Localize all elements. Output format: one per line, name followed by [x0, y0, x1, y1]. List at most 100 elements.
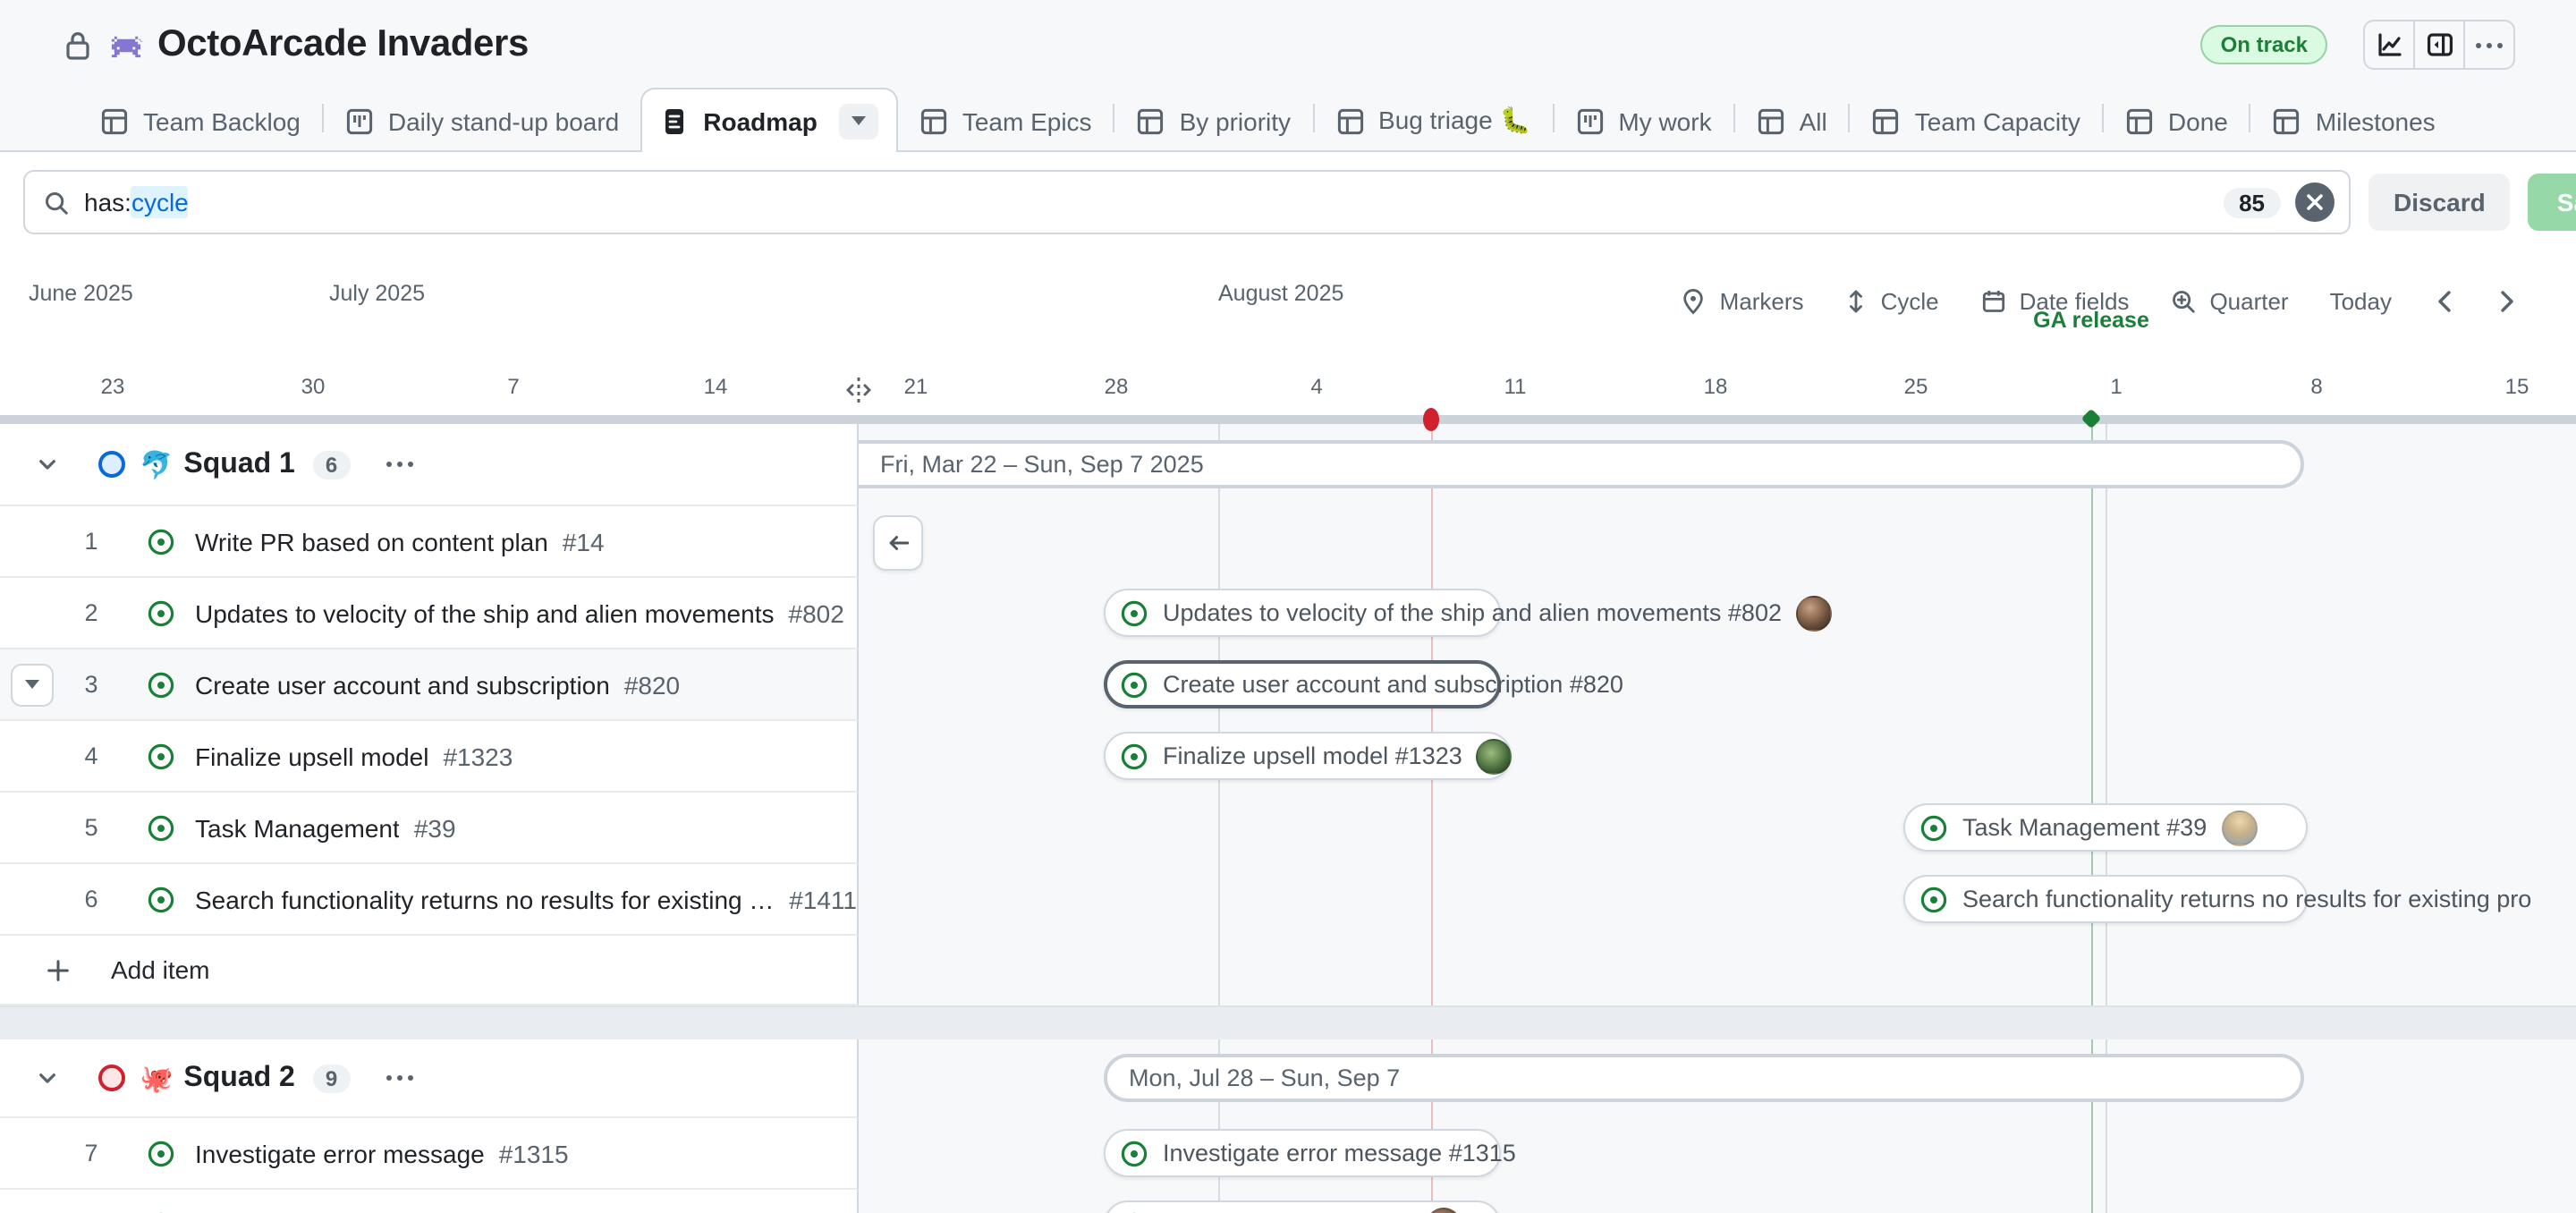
week-tick: 7	[507, 374, 519, 399]
week-tick: 4	[1310, 374, 1322, 399]
week-tick: 11	[1504, 374, 1527, 399]
tab-team-epics[interactable]: Team Epics	[898, 91, 1114, 150]
bar-label: Finalize upsell model #1323	[1163, 742, 1462, 769]
group-count-badge: 6	[313, 450, 350, 479]
ga-release-marker-label[interactable]: GA release	[2033, 308, 2149, 333]
tab-done[interactable]: Done	[2104, 91, 2250, 150]
scroll-right-button[interactable]	[2487, 281, 2526, 320]
table-row: 5 Task Management #39 Task Management #3…	[0, 793, 2576, 864]
timeline-bar-820-selected[interactable]: Create user account and subscription #82…	[1104, 660, 1501, 708]
issue-title[interactable]: Updates to velocity of the ship and alie…	[195, 598, 775, 627]
row-left[interactable]: 6 Search functionality returns no result…	[0, 864, 859, 936]
chevron-down-icon[interactable]	[36, 453, 59, 476]
group-header-left[interactable]: 🐬 Squad 1 6	[0, 424, 859, 506]
row-left[interactable]: 7 Investigate error message #1315	[0, 1118, 859, 1190]
avatar[interactable]	[1477, 738, 1513, 774]
filter-input[interactable]: has:cycle 85	[23, 170, 2351, 234]
tab-milestones[interactable]: Milestones	[2251, 91, 2457, 150]
add-item-button[interactable]: Add item	[0, 936, 859, 1005]
timeline-bar-802[interactable]: Updates to velocity of the ship and alie…	[1104, 589, 1501, 637]
issue-title[interactable]: Search functionality returns no results …	[195, 885, 775, 913]
iteration-range-pill[interactable]: Mon, Jul 28 – Sun, Sep 7	[1104, 1054, 2304, 1102]
tab-daily-standup-board[interactable]: Daily stand-up board	[324, 91, 640, 150]
issue-title[interactable]: Create user account and subscription	[195, 670, 610, 699]
timeline-bar-39[interactable]: Task Management #39	[1903, 803, 2308, 852]
row-left[interactable]: 2 Updates to velocity of the ship and al…	[0, 578, 859, 649]
view-options-caret-button[interactable]	[839, 103, 878, 139]
issue-title[interactable]: Task Management	[195, 813, 400, 842]
row-menu-caret-button[interactable]	[11, 663, 54, 706]
tab-all[interactable]: All	[1735, 91, 1849, 150]
side-panel-button[interactable]	[2413, 21, 2463, 68]
week-tick: 14	[704, 374, 728, 399]
header-button-group	[2363, 20, 2515, 70]
tab-team-capacity[interactable]: Team Capacity	[1851, 91, 2102, 150]
table-row: 3 Create user account and subscription #…	[0, 649, 2576, 721]
filter-term-highlight: cycle	[131, 186, 189, 218]
tab-my-work[interactable]: My work	[1554, 91, 1733, 150]
caret-down-icon	[25, 680, 39, 689]
markers-menu[interactable]: Markers	[1672, 287, 1813, 314]
timeline-controls-row: June 2025 July 2025 August 2025 Markers …	[0, 274, 2576, 327]
chevron-left-icon	[2436, 289, 2452, 312]
group-timeline-lane: Mon, Jul 28 – Sun, Sep 7	[859, 1039, 2576, 1118]
timeline-bar-1411[interactable]: Search functionality returns no results …	[1903, 875, 2308, 923]
zoom-level-menu[interactable]: Quarter	[2161, 287, 2297, 314]
group-menu-button[interactable]	[386, 462, 412, 467]
row-left[interactable]: 1 Write PR based on content plan #14	[0, 506, 859, 578]
clear-filter-button[interactable]	[2295, 182, 2334, 222]
timeline-bar-1315[interactable]: Investigate error message #1315	[1104, 1129, 1501, 1177]
scroll-left-button[interactable]	[2424, 281, 2463, 320]
issue-number: #1411	[789, 885, 857, 913]
sort-cycle-menu[interactable]: Cycle	[1836, 287, 1948, 314]
chevron-right-icon	[2498, 289, 2514, 312]
iteration-range-pill[interactable]: Fri, Mar 22 – Sun, Sep 7 2025	[859, 440, 2304, 488]
avatar[interactable]	[1426, 1207, 1462, 1213]
bar-label: Investigate error message #1315	[1163, 1140, 1516, 1166]
issue-title[interactable]: Finalize upsell model	[195, 742, 428, 770]
tab-roadmap-active[interactable]: Roadmap	[640, 88, 898, 152]
close-icon	[2306, 193, 2324, 211]
row-timeline-lane: Create user account and subscription #82…	[859, 649, 2576, 721]
status-badge[interactable]: On track	[2201, 25, 2327, 64]
issue-number: #802	[789, 598, 844, 627]
week-tick: 25	[1904, 374, 1928, 399]
column-resize-handle[interactable]	[841, 372, 877, 408]
tab-team-backlog[interactable]: Team Backlog	[79, 91, 322, 150]
save-button[interactable]: Save	[2529, 174, 2576, 231]
row-left[interactable]: 4 Finalize upsell model #1323	[0, 721, 859, 793]
row-left[interactable]: 8 Final UX tweaks #1312	[0, 1190, 859, 1213]
bar-label: Updates to velocity of the ship and alie…	[1163, 599, 1782, 626]
avatar[interactable]	[1796, 595, 1832, 631]
timeline-bar-1323[interactable]: Finalize upsell model #1323	[1104, 732, 1512, 780]
zoom-in-icon	[2170, 287, 2197, 314]
issue-title[interactable]: Write PR based on content plan	[195, 527, 548, 556]
week-tick: 21	[904, 374, 928, 399]
discard-button[interactable]: Discard	[2368, 174, 2511, 231]
tab-by-priority[interactable]: By priority	[1115, 91, 1312, 150]
group-menu-button[interactable]	[386, 1075, 412, 1081]
month-label-june: June 2025	[29, 281, 133, 306]
timeline-bar-1312[interactable]: Final UX tweaks #1312	[1104, 1200, 1501, 1213]
group-header-left[interactable]: 🐙 Squad 2 9	[0, 1039, 859, 1118]
row-left[interactable]: 5 Task Management #39	[0, 793, 859, 864]
tab-bug-triage[interactable]: Bug triage 🐛	[1314, 91, 1552, 150]
scroll-to-bar-left-button[interactable]	[873, 515, 923, 571]
roadmap-icon	[660, 106, 689, 135]
more-options-button[interactable]	[2463, 21, 2513, 68]
group-gap	[0, 1005, 2576, 1039]
avatar[interactable]	[2221, 810, 2257, 845]
row-number: 3	[73, 671, 109, 698]
today-marker-dot[interactable]	[1423, 408, 1439, 431]
open-issue-icon	[147, 813, 175, 842]
github-projects-roadmap: OctoArcade Invaders On track	[0, 0, 2576, 1213]
issue-title[interactable]: Investigate error message	[195, 1139, 485, 1167]
row-left-selected[interactable]: 3 Create user account and subscription #…	[0, 649, 859, 721]
insights-button[interactable]	[2365, 21, 2413, 68]
today-button[interactable]: Today	[2321, 287, 2401, 314]
kebab-icon	[2476, 42, 2503, 47]
row-timeline-lane	[859, 506, 2576, 578]
row-timeline-lane: Search functionality returns no results …	[859, 864, 2576, 936]
chevron-down-icon[interactable]	[36, 1066, 59, 1090]
open-issue-icon	[147, 885, 175, 913]
